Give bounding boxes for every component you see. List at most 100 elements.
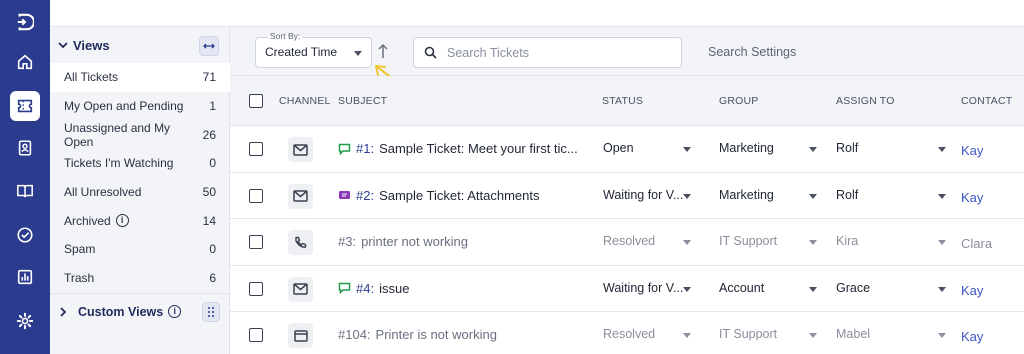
select-all-checkbox[interactable] — [249, 94, 263, 108]
view-item-label-wrap: Archived i — [64, 214, 129, 228]
sort-by-value: Created Time — [265, 45, 338, 59]
column-header-assign-to[interactable]: ASSIGN TO — [836, 95, 895, 107]
caret-down-icon[interactable] — [809, 333, 817, 339]
caret-down-icon[interactable] — [809, 193, 817, 199]
column-header-status[interactable]: STATUS — [602, 95, 643, 107]
ticket-icon[interactable] — [10, 91, 40, 121]
knowledge-base-icon[interactable] — [10, 176, 40, 206]
view-item-all-tickets[interactable]: All Tickets 71 — [50, 63, 230, 92]
table-row[interactable]: #3: printer not working Resolved IT Supp… — [230, 219, 1024, 266]
assignee-select[interactable]: Rolf — [836, 141, 858, 155]
view-item-label: Tickets I'm Watching — [64, 156, 174, 171]
caret-down-icon[interactable] — [938, 147, 946, 152]
group-select[interactable]: Marketing — [719, 188, 774, 202]
ticket-subject-link[interactable]: #1: Sample Ticket: Meet your first tic..… — [338, 141, 578, 156]
view-item-trash[interactable]: Trash 6 — [50, 264, 230, 293]
top-bar — [50, 0, 1024, 27]
logout-icon[interactable] — [10, 7, 40, 37]
view-item-count: 14 — [202, 213, 216, 228]
caret-down-icon[interactable] — [938, 333, 946, 339]
assignee-select[interactable]: Mabel — [836, 327, 870, 341]
row-checkbox[interactable] — [249, 328, 263, 343]
ticket-id: #3: — [338, 234, 357, 250]
info-icon[interactable]: i — [115, 214, 129, 228]
reorder-button[interactable] — [202, 302, 220, 322]
search-tickets-input[interactable] — [447, 45, 667, 60]
settings-gear-icon[interactable] — [10, 306, 40, 336]
assignee-select[interactable]: Rolf — [836, 188, 858, 202]
view-item-spam[interactable]: Spam 0 — [50, 235, 230, 264]
ticket-subject-link[interactable]: #2: Sample Ticket: Attachments — [338, 188, 539, 203]
caret-down-icon[interactable] — [683, 193, 691, 199]
contact-link[interactable]: Kay — [961, 190, 983, 205]
table-row[interactable]: #4: issue Waiting for V... Account Grace… — [230, 265, 1024, 313]
row-checkbox[interactable] — [249, 188, 263, 203]
view-item-unassigned-and-my-open[interactable]: Unassigned and My Open 26 — [50, 120, 230, 149]
caret-down-icon[interactable] — [683, 240, 691, 246]
table-row[interactable]: #1: Sample Ticket: Meet your first tic..… — [230, 126, 1024, 173]
caret-down-icon[interactable] — [809, 286, 817, 292]
view-item-count: 71 — [202, 70, 216, 85]
caret-down-icon[interactable] — [938, 193, 946, 199]
contact-link[interactable]: Kay — [961, 143, 983, 158]
view-item-count: 26 — [202, 127, 216, 142]
sort-by-select[interactable]: Sort By: Created Time — [255, 31, 372, 68]
assignee-select[interactable]: Grace — [836, 281, 870, 295]
reports-chart-icon[interactable] — [10, 262, 40, 292]
ticket-subject-link[interactable]: #4: issue — [338, 281, 409, 296]
view-item-label: Unassigned and My Open — [64, 120, 171, 149]
custom-views-header[interactable]: Custom Views i — [50, 293, 230, 329]
tasks-check-icon[interactable] — [10, 220, 40, 250]
chat-bubble-green-icon — [338, 143, 351, 155]
group-select[interactable]: IT Support — [719, 327, 777, 341]
drag-handle-icon — [208, 307, 214, 317]
ticket-subject-link[interactable]: #3: printer not working — [338, 234, 468, 249]
contact-link[interactable]: Kay — [961, 283, 983, 298]
caret-down-icon[interactable] — [809, 240, 817, 246]
table-row[interactable]: #2: Sample Ticket: Attachments Waiting f… — [230, 172, 1024, 220]
info-icon[interactable]: i — [168, 305, 182, 318]
ticket-toolbar: Sort By: Created Time Search Settings — [230, 27, 1024, 76]
column-header-contact[interactable]: CONTACT — [961, 95, 1012, 107]
row-checkbox[interactable] — [249, 281, 263, 296]
caret-down-icon[interactable] — [683, 333, 691, 339]
row-checkbox[interactable] — [249, 142, 263, 156]
view-item-archived[interactable]: Archived i 14 — [50, 206, 230, 235]
assignee-select[interactable]: Kira — [836, 234, 858, 248]
caret-down-icon[interactable] — [683, 147, 691, 152]
column-header-subject[interactable]: SUBJECT — [338, 95, 387, 107]
table-row[interactable]: #104: Printer is not working Resolved IT… — [230, 312, 1024, 354]
group-select[interactable]: IT Support — [719, 234, 777, 248]
contact-card-icon[interactable] — [10, 133, 40, 163]
chevron-right-icon — [60, 306, 67, 317]
view-item-all-unresolved[interactable]: All Unresolved 50 — [50, 178, 230, 207]
search-tickets-box[interactable] — [413, 37, 682, 68]
view-item-label: All Tickets — [64, 70, 119, 85]
column-header-channel[interactable]: CHANNEL — [279, 95, 331, 107]
status-select[interactable]: Resolved — [603, 234, 655, 248]
sort-direction-up-icon[interactable] — [377, 43, 389, 59]
view-item-label: All Unresolved — [64, 185, 142, 200]
caret-down-icon[interactable] — [938, 286, 946, 292]
contact-link[interactable]: Clara — [961, 236, 992, 251]
view-item-label: Archived — [64, 213, 111, 228]
view-item-my-open-and-pending[interactable]: My Open and Pending 1 — [50, 92, 230, 121]
column-header-group[interactable]: GROUP — [719, 95, 759, 107]
home-icon[interactable] — [10, 47, 40, 77]
view-item-count: 50 — [202, 185, 216, 200]
status-select[interactable]: Waiting for V... — [603, 281, 683, 295]
expand-panel-button[interactable] — [199, 36, 219, 56]
status-select[interactable]: Open — [603, 141, 634, 155]
search-settings-link[interactable]: Search Settings — [708, 45, 796, 59]
group-select[interactable]: Account — [719, 281, 764, 295]
row-checkbox[interactable] — [249, 235, 263, 250]
caret-down-icon[interactable] — [683, 286, 691, 292]
status-select[interactable]: Resolved — [603, 327, 655, 341]
contact-link[interactable]: Kay — [961, 329, 983, 344]
group-select[interactable]: Marketing — [719, 141, 774, 155]
view-item-tickets-watching[interactable]: Tickets I'm Watching 0 — [50, 149, 230, 178]
ticket-subject-link[interactable]: #104: Printer is not working — [338, 327, 497, 342]
status-select[interactable]: Waiting for V... — [603, 188, 683, 202]
caret-down-icon[interactable] — [938, 240, 946, 246]
caret-down-icon[interactable] — [809, 147, 817, 152]
